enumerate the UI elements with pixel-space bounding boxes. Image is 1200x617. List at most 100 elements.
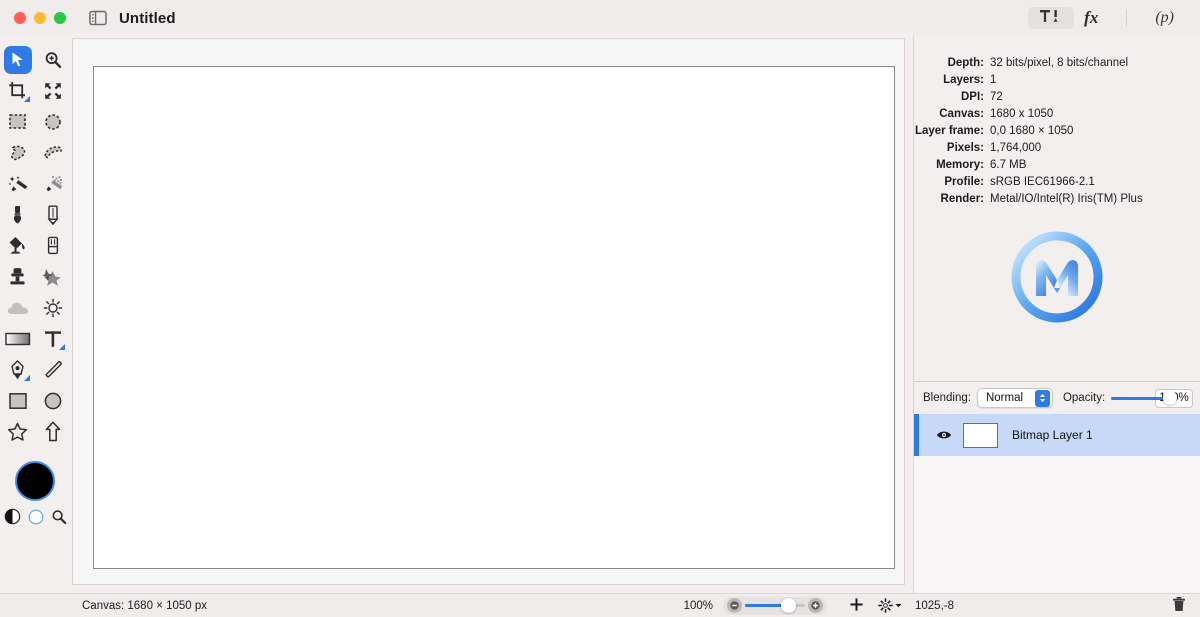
gradient-tool[interactable] (0, 323, 35, 354)
color-mini-controls (4, 508, 67, 530)
arrow-shape-tool[interactable] (35, 416, 70, 447)
sidebar-toggle-icon[interactable] (89, 10, 107, 26)
rectangle-shape-tool[interactable] (0, 385, 35, 416)
tool-row-1 (0, 44, 70, 75)
crop-icon (8, 81, 27, 100)
close-button[interactable] (14, 12, 26, 24)
gradient-icon (5, 331, 31, 347)
rectangle-icon (8, 391, 28, 411)
effects-button[interactable]: fx (1074, 7, 1108, 29)
eraser-icon (47, 236, 59, 255)
blending-label: Blending: (923, 392, 971, 404)
layer-thumbnail[interactable] (963, 423, 998, 448)
tool-row-4 (0, 137, 70, 168)
tool-row-7 (0, 230, 70, 261)
opacity-slider-fill (1111, 397, 1163, 400)
canvas-area[interactable] (70, 32, 913, 593)
blur-tool[interactable] (0, 292, 35, 323)
info-key: Render: (914, 191, 990, 208)
info-key: DPI: (914, 89, 990, 106)
arrow-up-icon (45, 421, 61, 442)
info-value: 0,0 1680 × 1050 (990, 123, 1073, 140)
tool-row-13 (0, 416, 70, 447)
info-value: 6.7 MB (990, 157, 1026, 174)
swap-colors-icon[interactable] (4, 508, 21, 530)
opacity-slider[interactable] (1111, 391, 1149, 405)
maximize-button[interactable] (54, 12, 66, 24)
line-tool[interactable] (35, 354, 70, 385)
marquee-ellipse-tool[interactable] (35, 106, 70, 137)
blending-mode-select[interactable]: Normal (977, 388, 1053, 408)
magic-wand-tool[interactable] (35, 168, 70, 199)
magic-wand-icon (43, 175, 63, 193)
info-key: Layer frame: (914, 123, 990, 140)
paint-brush-tool[interactable] (0, 199, 35, 230)
polygon-lasso-tool[interactable] (35, 137, 70, 168)
settings-gear-icon[interactable] (878, 598, 902, 613)
zoom-slider-knob[interactable] (781, 598, 796, 613)
pen-nib-icon (10, 360, 25, 380)
effects-icon: fx (1084, 8, 1098, 28)
marquee-rectangle-tool[interactable] (0, 106, 35, 137)
smudge-tool[interactable] (35, 261, 70, 292)
trash-icon[interactable] (1172, 596, 1186, 615)
info-key: Memory: (914, 157, 990, 174)
move-arrows-icon (44, 82, 62, 100)
info-row: Layers: 1 (914, 72, 1200, 89)
zoom-out-icon[interactable] (727, 598, 742, 613)
selection-brush-tool[interactable] (0, 168, 35, 199)
pen-tool[interactable] (0, 354, 35, 385)
zoom-in-icon[interactable] (808, 598, 823, 613)
eye-visibility-icon[interactable] (936, 429, 952, 441)
layer-selected-accent (914, 414, 919, 456)
dodge-burn-tool[interactable] (35, 292, 70, 323)
paint-bucket-icon (7, 236, 28, 255)
magnifier-icon[interactable] (51, 509, 67, 530)
blend-opacity-bar: Blending: Normal Opacity: 1 (914, 382, 1200, 414)
opacity-label: Opacity: (1063, 392, 1105, 404)
status-bar-right: 100% (684, 596, 1200, 615)
info-value: 1 (990, 72, 996, 89)
info-value: 32 bits/pixel, 8 bits/channel (990, 55, 1128, 72)
transform-tool[interactable] (35, 75, 70, 106)
text-tool[interactable] (35, 323, 70, 354)
canvas-viewport[interactable] (72, 38, 905, 585)
smudge-icon (42, 267, 63, 286)
tool-row-12 (0, 385, 70, 416)
zoom-slider[interactable] (723, 597, 827, 615)
info-value: 1680 x 1050 (990, 106, 1053, 123)
move-tool[interactable] (0, 44, 35, 75)
info-row: Canvas: 1680 x 1050 (914, 106, 1200, 123)
line-diagonal-icon (43, 360, 63, 380)
tool-row-6 (0, 199, 70, 230)
paint-bucket-tool[interactable] (0, 230, 35, 261)
freehand-lasso-tool[interactable] (0, 137, 35, 168)
layer-row[interactable]: Bitmap Layer 1 (914, 414, 1200, 456)
document-info-table: Depth: 32 bits/pixel, 8 bits/channel Lay… (914, 36, 1200, 208)
document-canvas[interactable] (93, 66, 895, 569)
eraser-tool[interactable] (35, 230, 70, 261)
star-shape-tool[interactable] (0, 416, 35, 447)
background-color-swatch[interactable] (28, 509, 44, 530)
layer-name[interactable]: Bitmap Layer 1 (1012, 428, 1093, 442)
minimize-button[interactable] (34, 12, 46, 24)
persona-button[interactable]: (p) (1145, 7, 1184, 29)
cursor-arrow-icon (9, 51, 26, 68)
tool-row-5 (0, 168, 70, 199)
info-value: Metal/IO/Intel(R) Iris(TM) Plus (990, 191, 1143, 208)
pencil-tool[interactable] (35, 199, 70, 230)
add-layer-icon[interactable] (849, 597, 864, 615)
tools-persona-button[interactable] (1028, 7, 1074, 29)
info-row: Layer frame: 0,0 1680 × 1050 (914, 123, 1200, 140)
window-controls[interactable] (14, 12, 66, 24)
clone-stamp-tool[interactable] (0, 261, 35, 292)
info-value: sRGB IEC61966-2.1 (990, 174, 1095, 191)
tool-row-3 (0, 106, 70, 137)
crop-tool[interactable] (0, 75, 35, 106)
info-row: Depth: 32 bits/pixel, 8 bits/channel (914, 55, 1200, 72)
foreground-color-swatch[interactable] (15, 461, 55, 501)
ellipse-shape-tool[interactable] (35, 385, 70, 416)
toolbar-right-group: fx (p) (1028, 7, 1200, 29)
zoom-tool[interactable] (35, 44, 70, 75)
cursor-coordinates: 1025,-8 (915, 600, 954, 612)
